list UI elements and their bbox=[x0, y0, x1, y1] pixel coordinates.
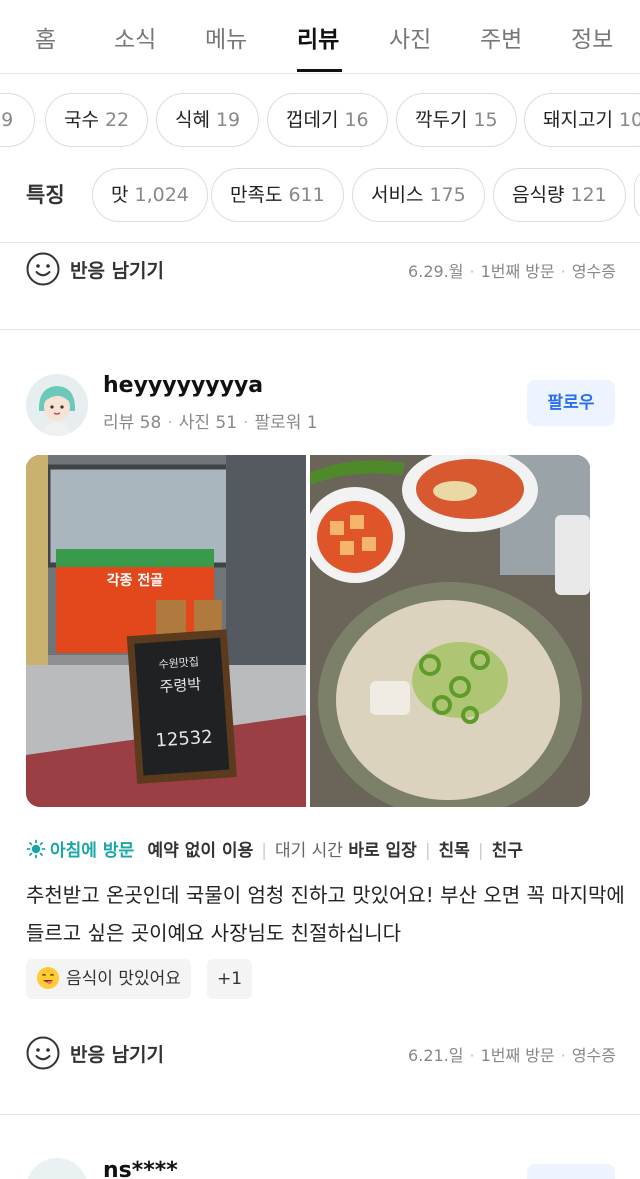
avatar-illustration bbox=[26, 374, 88, 436]
feature-chip[interactable]: 맛 1,024 bbox=[92, 168, 208, 222]
divider bbox=[0, 242, 640, 243]
banner-text: 각종 전골 bbox=[107, 572, 164, 589]
react-button[interactable]: 반응 남기기 bbox=[70, 256, 164, 283]
avatar[interactable] bbox=[26, 374, 88, 436]
visit-meta: 6.29.월 · 1번째 방문 · 영수증 bbox=[408, 262, 616, 281]
tab-home[interactable]: 홈 bbox=[35, 20, 56, 54]
keyword-chip[interactable]: 돼지고기 10 bbox=[524, 93, 640, 147]
visit-time-tag: 아침에 방문 bbox=[50, 841, 135, 861]
sign-text: 12532 bbox=[155, 727, 214, 752]
keyword-chip[interactable]: 식혜 19 bbox=[156, 93, 260, 147]
follow-button[interactable] bbox=[527, 1164, 615, 1179]
avatar[interactable] bbox=[26, 1158, 88, 1179]
purpose-tag: 친목 bbox=[438, 841, 470, 861]
keyword-chip[interactable]: 깍두기 15 bbox=[396, 93, 517, 147]
follow-button[interactable]: 팔로우 bbox=[527, 380, 615, 426]
visit-meta: 6.21.일 · 1번째 방문 · 영수증 bbox=[408, 1046, 616, 1065]
smile-icon[interactable] bbox=[26, 1036, 60, 1070]
tab-news[interactable]: 소식 bbox=[114, 20, 156, 54]
more-keywords-button[interactable]: +1 bbox=[207, 959, 253, 999]
sign-text: 주령박 bbox=[159, 675, 202, 696]
section-divider bbox=[0, 329, 640, 330]
sun-icon bbox=[26, 839, 46, 859]
feature-chip[interactable]: 서비스 175 bbox=[352, 168, 485, 222]
yummy-emoji-icon bbox=[37, 967, 59, 989]
tab-nearby[interactable]: 주변 bbox=[480, 20, 522, 54]
prev-review-footer: 반응 남기기 6.29.월 · 1번째 방문 · 영수증 bbox=[26, 252, 616, 288]
companion-tag: 친구 bbox=[491, 841, 523, 861]
visit-tags: 아침에 방문 예약 없이 이용 | 대기 시간 바로 입장 | 친목 | 친구 bbox=[26, 836, 523, 861]
tab-reviews[interactable]: 리뷰 bbox=[297, 20, 339, 54]
smile-icon[interactable] bbox=[26, 252, 60, 286]
soup-image bbox=[310, 455, 590, 807]
section-divider bbox=[0, 1114, 640, 1115]
react-button[interactable]: 반응 남기기 bbox=[70, 1040, 164, 1067]
tab-menu[interactable]: 메뉴 bbox=[205, 20, 247, 54]
reservation-tag: 예약 없이 이용 bbox=[147, 841, 254, 861]
feature-chip[interactable]: 음식량 121 bbox=[493, 168, 626, 222]
feature-chip[interactable] bbox=[634, 168, 640, 222]
keyword-chip[interactable]: 39 bbox=[0, 93, 35, 147]
review-keyword-chip: 음식이 맛있어요 bbox=[26, 959, 191, 999]
reviewer-name[interactable]: heyyyyyyyya bbox=[103, 373, 263, 398]
feature-chip[interactable]: 만족도 611 bbox=[211, 168, 344, 222]
wait-prefix: 대기 시간 bbox=[274, 841, 343, 861]
keyword-chip[interactable]: 국수 22 bbox=[45, 93, 149, 147]
feature-chips: 맛 1,024 만족도 611 서비스 175 음식량 121 bbox=[0, 168, 640, 224]
reviewer-name[interactable]: ns**** bbox=[103, 1158, 178, 1179]
tab-bar: 홈 소식 메뉴 리뷰 사진 주변 정보 bbox=[0, 0, 640, 74]
review-footer: 반응 남기기 6.21.일 · 1번째 방문 · 영수증 bbox=[26, 1036, 616, 1072]
review-text[interactable]: 추천받고 온곳인데 국물이 엄청 진하고 맛있어요! 부산 오면 꼭 마지막에 … bbox=[26, 876, 626, 952]
keyword-chip[interactable]: 껍데기 16 bbox=[267, 93, 388, 147]
tab-photos[interactable]: 사진 bbox=[389, 20, 431, 54]
menu-keyword-chips: 39 국수22 식혜19 껍데기16 깍두기15 돼지고기10 bbox=[0, 93, 640, 149]
active-tab-indicator bbox=[297, 69, 342, 72]
reviewer-stats: 리뷰 58 · 사진 51 · 팔로워 1 bbox=[103, 413, 318, 433]
tab-info[interactable]: 정보 bbox=[571, 20, 613, 54]
wait-tag: 바로 입장 bbox=[348, 841, 417, 861]
storefront-image: 각종 전골 수원맛집 주령박 12532 bbox=[26, 455, 306, 807]
review-photo-storefront[interactable]: 각종 전골 수원맛집 주령박 12532 bbox=[26, 455, 306, 807]
review-photo-soup[interactable] bbox=[310, 455, 590, 807]
